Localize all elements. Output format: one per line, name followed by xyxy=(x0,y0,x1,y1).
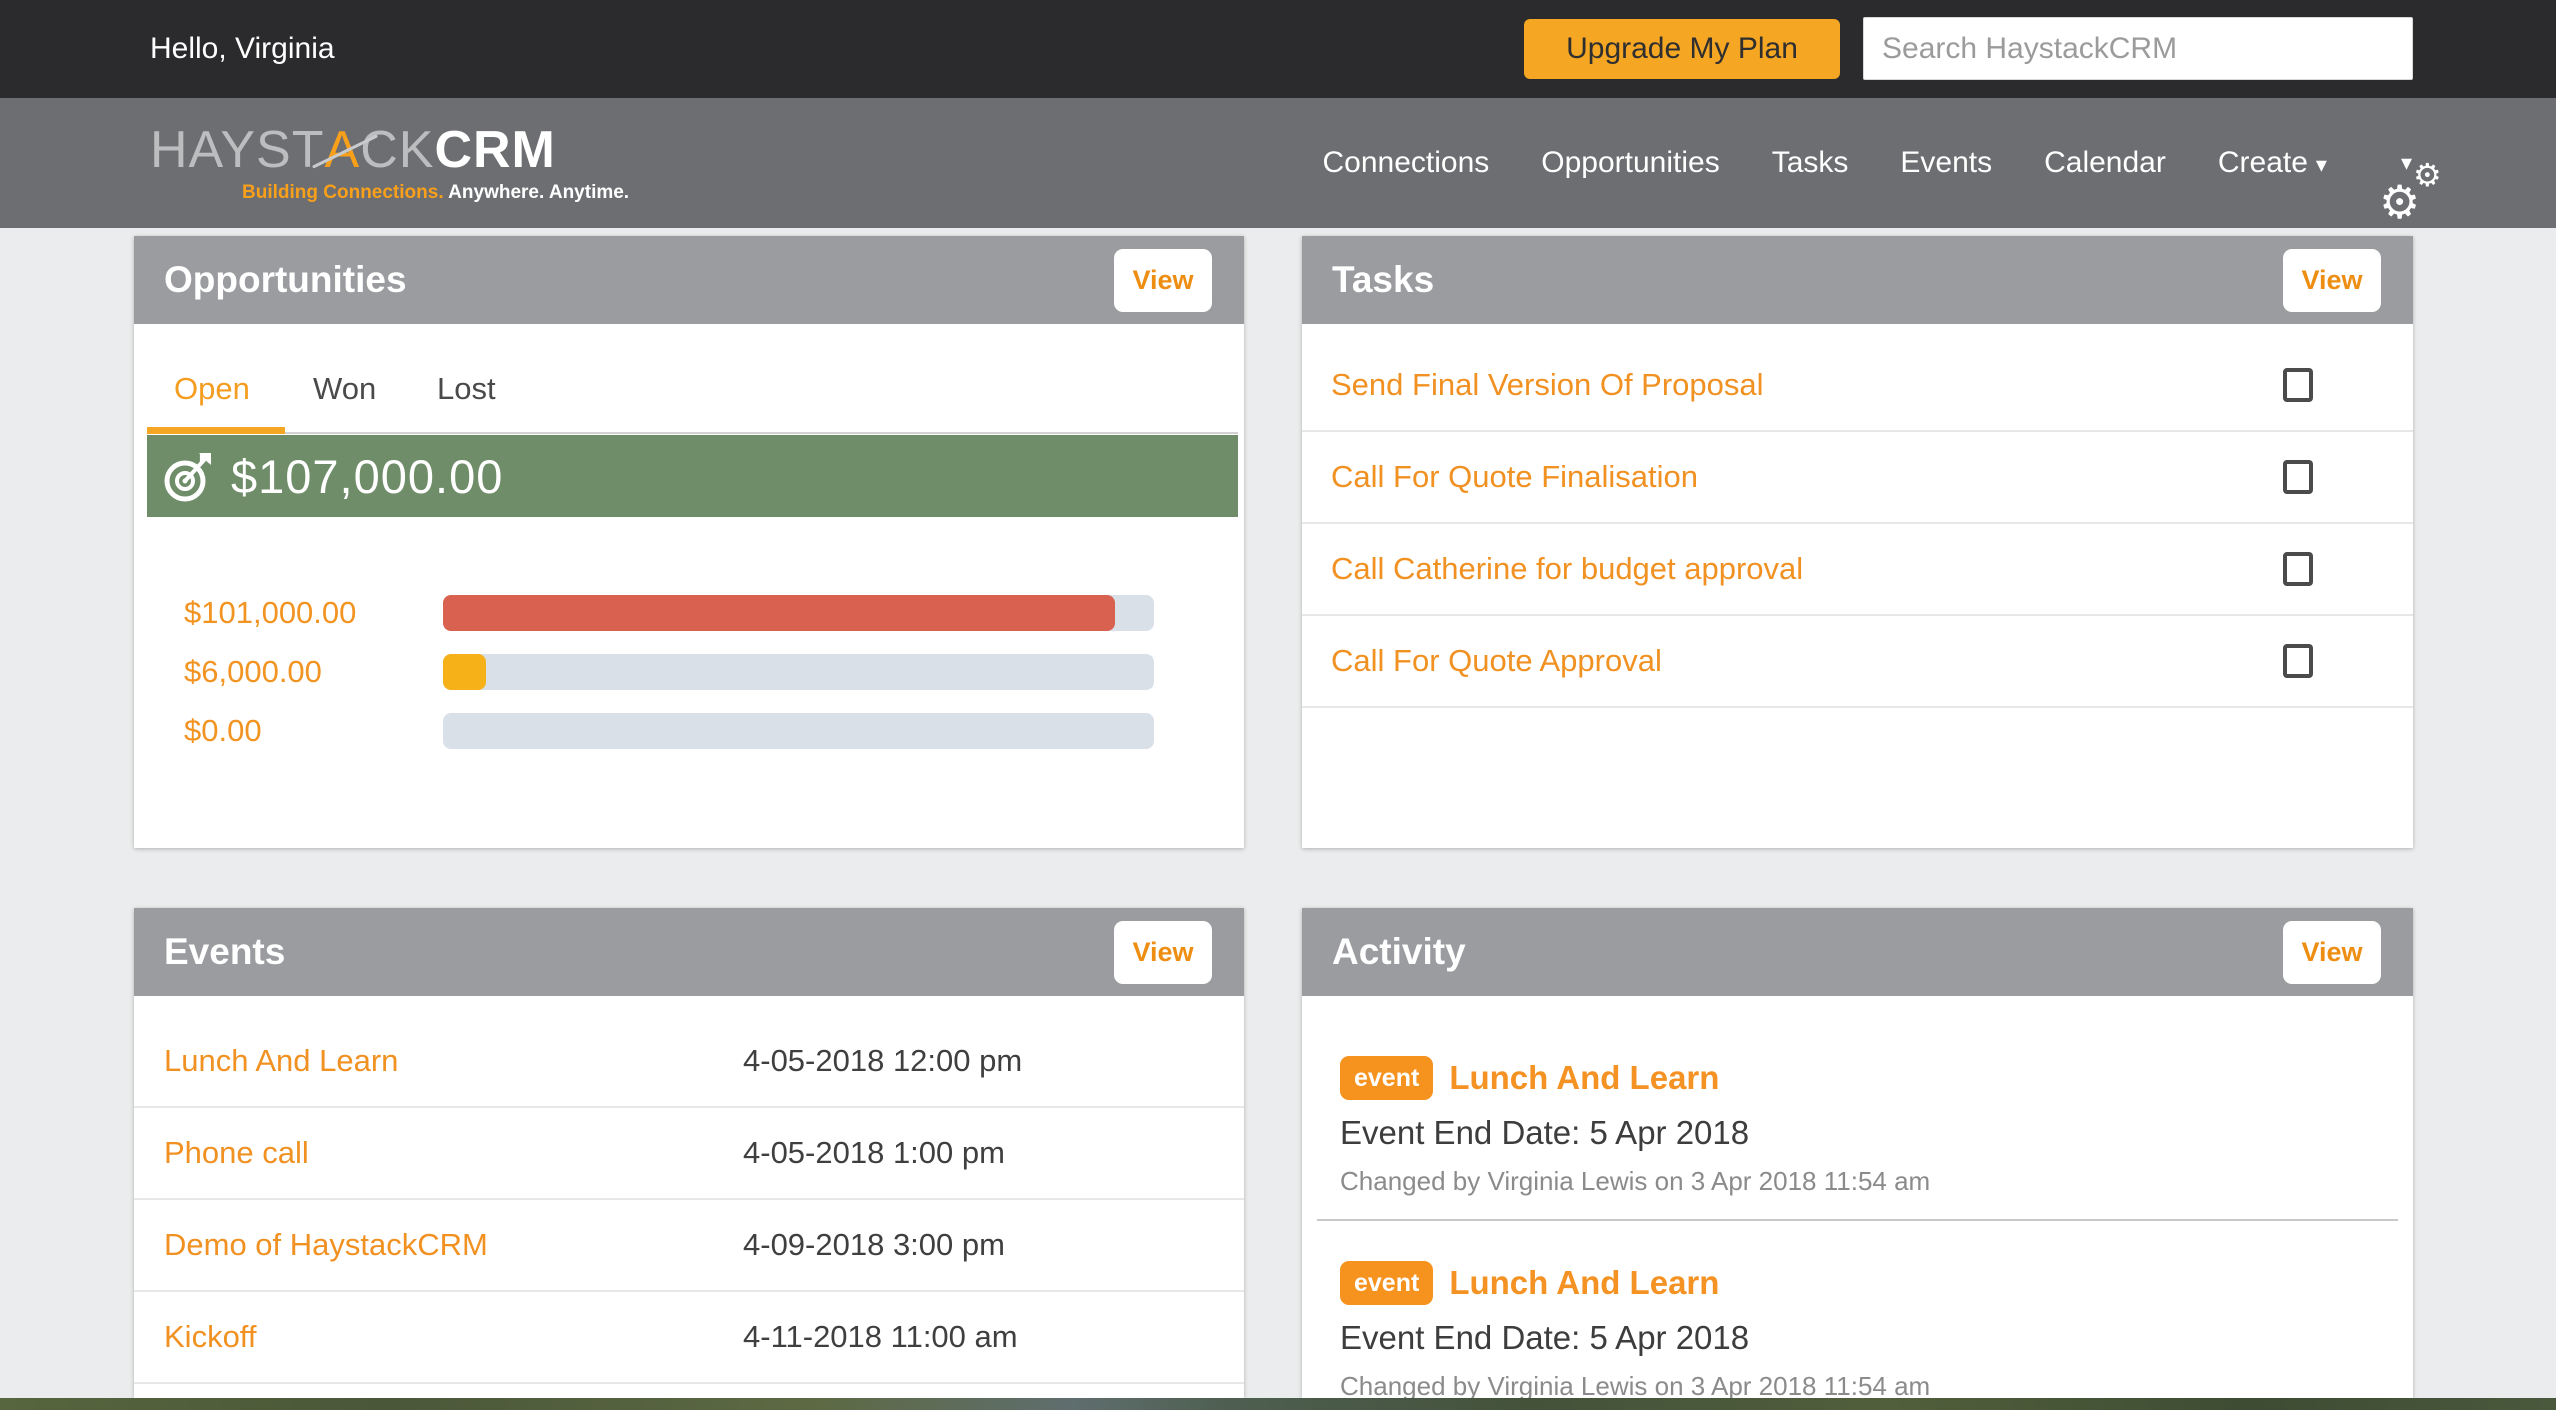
event-datetime: 4-05-2018 12:00 pm xyxy=(743,1043,1022,1079)
chevron-down-icon: ▾ xyxy=(2401,150,2412,176)
logo-part-hayst: HAYST xyxy=(150,121,325,179)
task-link[interactable]: Send Final Version Of Proposal xyxy=(1331,367,1764,403)
bar-label: $6,000.00 xyxy=(184,654,322,690)
task-row: Call For Quote Finalisation xyxy=(1302,432,2413,524)
tab-won[interactable]: Won xyxy=(313,371,376,407)
nav-item-tasks[interactable]: Tasks xyxy=(1772,146,1849,180)
event-datetime: 4-11-2018 11:00 am xyxy=(743,1319,1018,1355)
activity-event-link[interactable]: Lunch And Learn xyxy=(1449,1264,1719,1302)
activity-view-button[interactable]: View xyxy=(2283,921,2381,984)
event-type-badge: event xyxy=(1340,1261,1433,1305)
opportunity-bar-row: $0.00 xyxy=(134,713,1244,749)
task-link[interactable]: Call For Quote Approval xyxy=(1331,643,1662,679)
task-list: Send Final Version Of Proposal Call For … xyxy=(1302,340,2413,708)
logo-part-a: A xyxy=(325,120,361,180)
activity-entry-head: event Lunch And Learn xyxy=(1340,1056,2383,1100)
target-icon xyxy=(163,449,215,503)
nav-links: Connections Opportunities Tasks Events C… xyxy=(1322,98,2412,228)
activity-event-link[interactable]: Lunch And Learn xyxy=(1449,1059,1719,1097)
logo-wordmark: HAYSTACKCRM xyxy=(150,120,629,180)
activity-detail: Event End Date: 5 Apr 2018 xyxy=(1340,1319,2383,1357)
tab-open[interactable]: Open xyxy=(174,371,250,407)
opportunities-card: Opportunities View Open Won Lost $107,00… xyxy=(134,236,1244,848)
bar-track xyxy=(443,713,1154,749)
activity-card: Activity View event Lunch And Learn Even… xyxy=(1302,908,2413,1398)
task-row: Call For Quote Approval xyxy=(1302,616,2413,708)
tasks-card: Tasks View Send Final Version Of Proposa… xyxy=(1302,236,2413,848)
tasks-view-button[interactable]: View xyxy=(2283,249,2381,312)
activity-card-header: Activity View xyxy=(1302,908,2413,996)
activity-divider xyxy=(1317,1219,2398,1221)
tab-divider-line xyxy=(147,432,1238,434)
logo-part-ck: CK xyxy=(360,121,434,179)
nav-item-connections[interactable]: Connections xyxy=(1322,146,1489,180)
haystack-logo[interactable]: HAYSTACKCRM Building Connections. Anywhe… xyxy=(150,120,629,204)
event-link[interactable]: Phone call xyxy=(164,1135,309,1171)
upgrade-plan-button[interactable]: Upgrade My Plan xyxy=(1524,19,1840,79)
top-bar: Hello, Virginia Upgrade My Plan xyxy=(0,0,2556,98)
opportunity-bar-row: $6,000.00 xyxy=(134,654,1244,690)
events-card-header: Events View xyxy=(134,908,1244,996)
logo-tagline: Building Connections. Anywhere. Anytime. xyxy=(242,182,629,204)
tasks-title: Tasks xyxy=(1332,236,1434,324)
bar-label: $101,000.00 xyxy=(184,595,356,631)
chevron-down-icon: ▾ xyxy=(2316,152,2327,177)
tasks-card-header: Tasks View xyxy=(1302,236,2413,324)
background-photo-strip xyxy=(0,1398,2556,1410)
main-nav-bar: HAYSTACKCRM Building Connections. Anywhe… xyxy=(0,98,2556,228)
event-row: Kickoff 4-11-2018 11:00 am xyxy=(134,1292,1244,1384)
task-checkbox[interactable] xyxy=(2283,460,2313,494)
activity-entry: event Lunch And Learn Event End Date: 5 … xyxy=(1340,1261,2383,1402)
task-link[interactable]: Call For Quote Finalisation xyxy=(1331,459,1698,495)
bar-fill xyxy=(443,654,486,690)
open-total-amount: $107,000.00 xyxy=(231,449,503,504)
logo-part-crm: CRM xyxy=(434,121,555,179)
events-card: Events View Lunch And Learn 4-05-2018 12… xyxy=(134,908,1244,1398)
event-link[interactable]: Kickoff xyxy=(164,1319,256,1355)
event-datetime: 4-09-2018 3:00 pm xyxy=(743,1227,1005,1263)
activity-entry: event Lunch And Learn Event End Date: 5 … xyxy=(1340,1056,2383,1197)
event-type-badge: event xyxy=(1340,1056,1433,1100)
activity-entry-head: event Lunch And Learn xyxy=(1340,1261,2383,1305)
nav-item-opportunities[interactable]: Opportunities xyxy=(1541,146,1719,180)
event-row: Phone call 4-05-2018 1:00 pm xyxy=(134,1108,1244,1200)
task-checkbox[interactable] xyxy=(2283,368,2313,402)
task-row: Call Catherine for budget approval xyxy=(1302,524,2413,616)
event-row: Demo of HaystackCRM 4-09-2018 3:00 pm xyxy=(134,1200,1244,1292)
bar-track xyxy=(443,595,1154,631)
tab-lost[interactable]: Lost xyxy=(437,371,496,407)
task-row: Send Final Version Of Proposal xyxy=(1302,340,2413,432)
activity-title: Activity xyxy=(1332,908,1466,996)
nav-item-events[interactable]: Events xyxy=(1900,146,1992,180)
open-total-banner: $107,000.00 xyxy=(147,435,1238,517)
bar-track xyxy=(443,654,1154,690)
event-link[interactable]: Demo of HaystackCRM xyxy=(164,1227,488,1263)
search-input[interactable] xyxy=(1863,17,2413,80)
bar-fill xyxy=(443,595,1115,631)
task-checkbox[interactable] xyxy=(2283,644,2313,678)
event-list: Lunch And Learn 4-05-2018 12:00 pm Phone… xyxy=(134,1016,1244,1384)
bar-label: $0.00 xyxy=(184,713,262,749)
activity-meta: Changed by Virginia Lewis on 3 Apr 2018 … xyxy=(1340,1166,2383,1197)
greeting-text: Hello, Virginia xyxy=(150,0,335,98)
opportunities-title: Opportunities xyxy=(164,236,407,324)
task-checkbox[interactable] xyxy=(2283,552,2313,586)
event-link[interactable]: Lunch And Learn xyxy=(164,1043,398,1079)
opportunities-card-header: Opportunities View xyxy=(134,236,1244,324)
activity-detail: Event End Date: 5 Apr 2018 xyxy=(1340,1114,2383,1152)
events-title: Events xyxy=(164,908,285,996)
opportunity-bar-row: $101,000.00 xyxy=(134,595,1244,631)
event-datetime: 4-05-2018 1:00 pm xyxy=(743,1135,1005,1171)
opportunities-view-button[interactable]: View xyxy=(1114,249,1212,312)
active-tab-underline xyxy=(147,427,285,434)
task-link[interactable]: Call Catherine for budget approval xyxy=(1331,551,1803,587)
events-view-button[interactable]: View xyxy=(1114,921,1212,984)
nav-item-create-dropdown[interactable]: Create▾ xyxy=(2218,146,2327,180)
event-row: Lunch And Learn 4-05-2018 12:00 pm xyxy=(134,1016,1244,1108)
nav-item-calendar[interactable]: Calendar xyxy=(2044,146,2166,180)
